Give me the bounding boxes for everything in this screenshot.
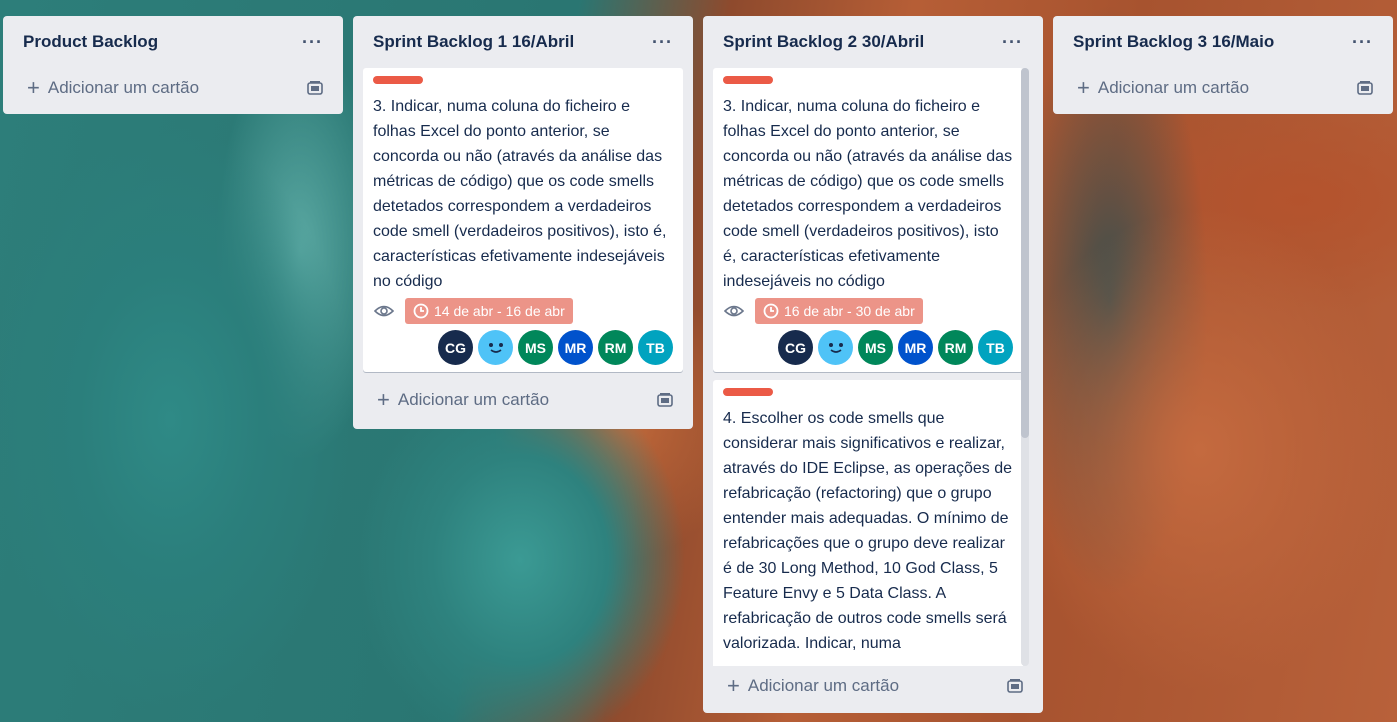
avatar[interactable]: MR [898, 330, 933, 365]
card-template-icon[interactable] [657, 393, 673, 407]
card-title: 4. Escolher os code smells que considera… [723, 410, 1013, 652]
add-card-label: Adicionar um cartão [47, 78, 200, 97]
due-date-text: 16 de abr - 30 de abr [784, 303, 915, 319]
clock-icon [413, 303, 429, 319]
add-card-button[interactable]: + Adicionar um cartão [713, 666, 1033, 706]
eye-icon [373, 300, 395, 322]
card-label-red[interactable] [723, 388, 773, 396]
add-card-label: Adicionar um cartão [1097, 78, 1250, 97]
due-date-text: 14 de abr - 16 de abr [434, 303, 565, 319]
plus-icon: + [1077, 75, 1090, 100]
list-sprint-backlog-1: Sprint Backlog 1 16/Abril ··· 3. Indicar… [353, 16, 693, 429]
eye-icon [723, 300, 745, 322]
card-badges: 14 de abr - 16 de abr [373, 298, 673, 324]
add-card-button[interactable]: + Adicionar um cartão [363, 380, 683, 420]
avatar[interactable]: MS [518, 330, 553, 365]
card-template-icon[interactable] [307, 81, 323, 95]
card-badges: 16 de abr - 30 de abr [723, 298, 1013, 324]
list-title[interactable]: Product Backlog [23, 32, 158, 52]
list-sprint-backlog-2: Sprint Backlog 2 30/Abril ··· 3. Indicar… [703, 16, 1043, 713]
list-product-backlog: Product Backlog ··· + Adicionar um cartão [3, 16, 343, 114]
more-dots-icon[interactable]: ··· [652, 32, 673, 53]
avatar[interactable]: MS [858, 330, 893, 365]
scrollbar-thumb[interactable] [1021, 68, 1029, 438]
card[interactable]: 3. Indicar, numa coluna do ficheiro e fo… [363, 68, 683, 372]
avatar[interactable]: RM [938, 330, 973, 365]
list-header: Sprint Backlog 3 16/Maio ··· [1063, 16, 1383, 68]
card-members: CG MS MR RM TB [723, 330, 1013, 365]
card-title: 3. Indicar, numa coluna do ficheiro e fo… [373, 98, 667, 290]
avatar[interactable]: TB [978, 330, 1013, 365]
add-card-button[interactable]: + Adicionar um cartão [13, 68, 333, 108]
list-sprint-backlog-3: Sprint Backlog 3 16/Maio ··· + Adicionar … [1053, 16, 1393, 114]
list-header: Product Backlog ··· [13, 16, 333, 68]
card[interactable]: 4. Escolher os code smells que considera… [713, 380, 1023, 666]
clock-icon [763, 303, 779, 319]
avatar-face[interactable] [818, 330, 853, 365]
plus-icon: + [27, 75, 40, 100]
plus-icon: + [377, 387, 390, 412]
list-title[interactable]: Sprint Backlog 2 30/Abril [723, 32, 924, 52]
list-header: Sprint Backlog 1 16/Abril ··· [363, 16, 683, 68]
card-label-red[interactable] [373, 76, 423, 84]
plus-icon: + [727, 673, 740, 698]
more-dots-icon[interactable]: ··· [1002, 32, 1023, 53]
list-title[interactable]: Sprint Backlog 3 16/Maio [1073, 32, 1274, 52]
add-card-button[interactable]: + Adicionar um cartão [1063, 68, 1383, 108]
avatar[interactable]: TB [638, 330, 673, 365]
card[interactable]: 3. Indicar, numa coluna do ficheiro e fo… [713, 68, 1023, 372]
avatar[interactable]: CG [778, 330, 813, 365]
card-label-red[interactable] [723, 76, 773, 84]
avatar-face[interactable] [478, 330, 513, 365]
avatar[interactable]: CG [438, 330, 473, 365]
more-dots-icon[interactable]: ··· [302, 32, 323, 53]
card-title: 3. Indicar, numa coluna do ficheiro e fo… [723, 98, 1013, 290]
list-header: Sprint Backlog 2 30/Abril ··· [713, 16, 1033, 68]
more-dots-icon[interactable]: ··· [1352, 32, 1373, 53]
due-date-badge[interactable]: 14 de abr - 16 de abr [405, 298, 573, 324]
card-template-icon[interactable] [1357, 81, 1373, 95]
add-card-label: Adicionar um cartão [397, 390, 550, 409]
list-title[interactable]: Sprint Backlog 1 16/Abril [373, 32, 574, 52]
scrollbar-track[interactable] [1021, 68, 1029, 666]
card-list-scroll[interactable]: 3. Indicar, numa coluna do ficheiro e fo… [713, 68, 1033, 666]
card-members: CG MS MR RM TB [373, 330, 673, 365]
card-template-icon[interactable] [1007, 679, 1023, 693]
avatar[interactable]: RM [598, 330, 633, 365]
avatar[interactable]: MR [558, 330, 593, 365]
add-card-label: Adicionar um cartão [747, 676, 900, 695]
due-date-badge[interactable]: 16 de abr - 30 de abr [755, 298, 923, 324]
